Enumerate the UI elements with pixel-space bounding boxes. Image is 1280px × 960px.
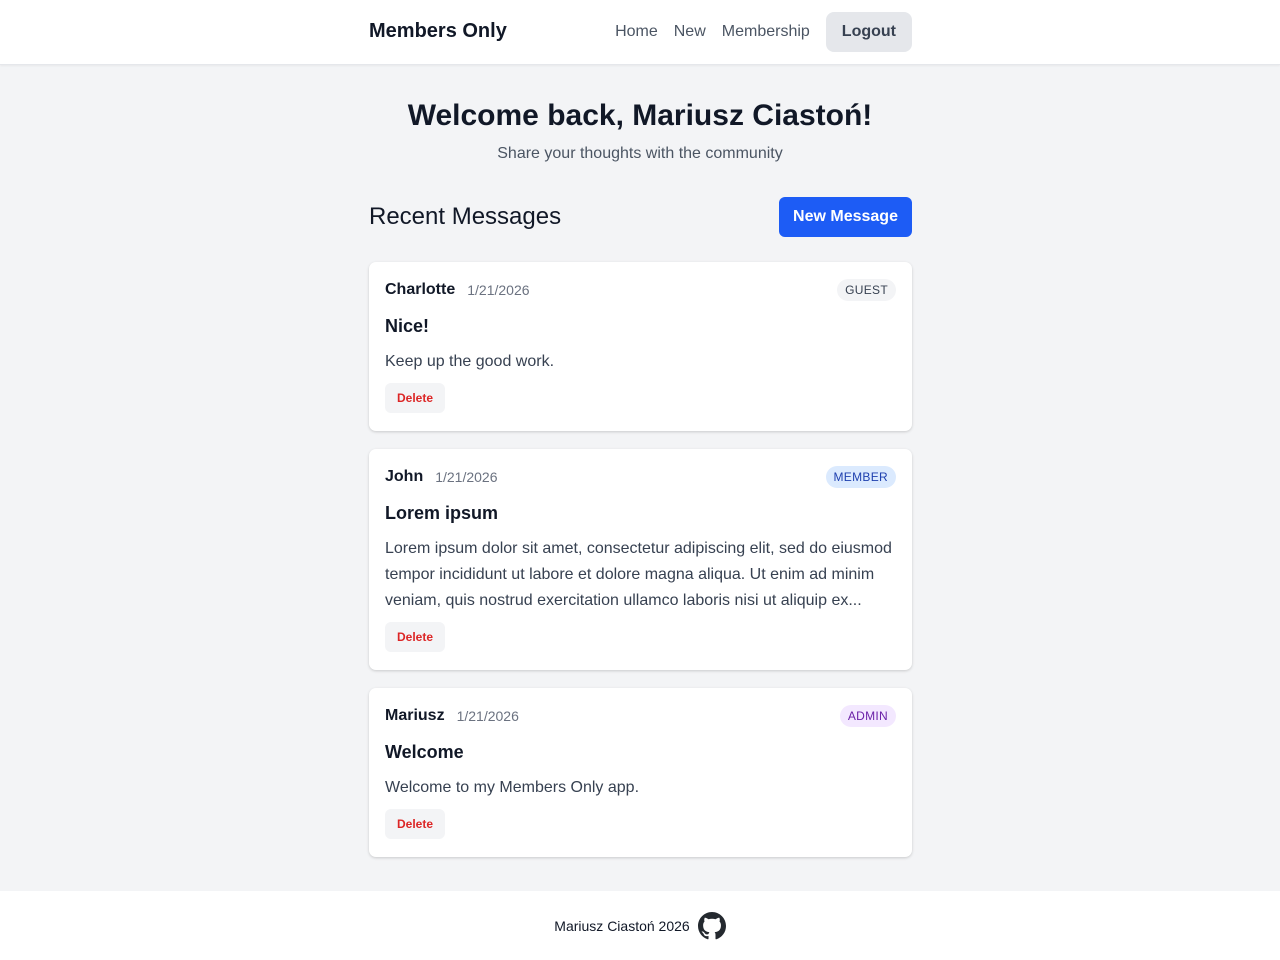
message-title: Lorem ipsum: [385, 503, 499, 523]
recent-messages-title: Recent Messages: [369, 203, 562, 230]
role-badge-guest: GUEST: [837, 279, 896, 301]
welcome-subtitle: Share your thoughts with the community: [497, 145, 783, 162]
role-badge-admin: ADMIN: [839, 705, 896, 727]
welcome-hero: Welcome back, Mariusz Ciastoń! Share you…: [0, 97, 1280, 163]
delete-message-button[interactable]: Delete: [385, 383, 446, 413]
delete-message-button[interactable]: Delete: [385, 809, 446, 839]
message-body: Keep up the good work.: [385, 353, 555, 370]
message-date: 1/21/2026: [456, 708, 519, 724]
welcome-title: Welcome back, Mariusz Ciastoń!: [407, 99, 873, 132]
message-title: Welcome: [385, 742, 464, 762]
message-date: 1/21/2026: [435, 469, 498, 485]
role-badge-member: MEMBER: [825, 466, 896, 488]
nav-links: Home New Membership Logout: [615, 12, 912, 52]
message-header: Mariusz 1/21/2026 ADMIN: [385, 704, 896, 728]
nav-membership-link[interactable]: Membership: [722, 23, 810, 41]
message-body: Lorem ipsum dolor sit amet, consectetur …: [385, 540, 892, 609]
message-date: 1/21/2026: [467, 282, 530, 298]
message-header: Charlotte 1/21/2026 GUEST: [385, 278, 896, 302]
new-message-button[interactable]: New Message: [779, 197, 912, 237]
logout-button[interactable]: Logout: [825, 12, 912, 52]
message-author: John: [385, 468, 424, 485]
message-author: Charlotte: [385, 281, 456, 298]
message-title: Nice!: [385, 316, 430, 336]
navbar: Members Only Home New Membership Logout: [0, 0, 1280, 65]
nav-new-link[interactable]: New: [674, 23, 706, 41]
message-body: Welcome to my Members Only app.: [385, 779, 640, 796]
github-icon[interactable]: [697, 911, 726, 940]
nav-home-link[interactable]: Home: [615, 23, 658, 41]
message-header: John 1/21/2026 MEMBER: [385, 465, 896, 489]
footer: Mariusz Ciastoń 2026: [0, 891, 1280, 960]
message-card: Charlotte 1/21/2026 GUEST Nice! Keep up …: [369, 262, 912, 431]
footer-text: Mariusz Ciastoń 2026: [554, 917, 690, 934]
delete-message-button[interactable]: Delete: [385, 622, 446, 652]
message-author: Mariusz: [385, 707, 445, 724]
message-card: John 1/21/2026 MEMBER Lorem ipsum Lorem …: [369, 449, 912, 670]
brand-link[interactable]: Members Only: [369, 20, 507, 43]
message-card: Mariusz 1/21/2026 ADMIN Welcome Welcome …: [369, 688, 912, 857]
